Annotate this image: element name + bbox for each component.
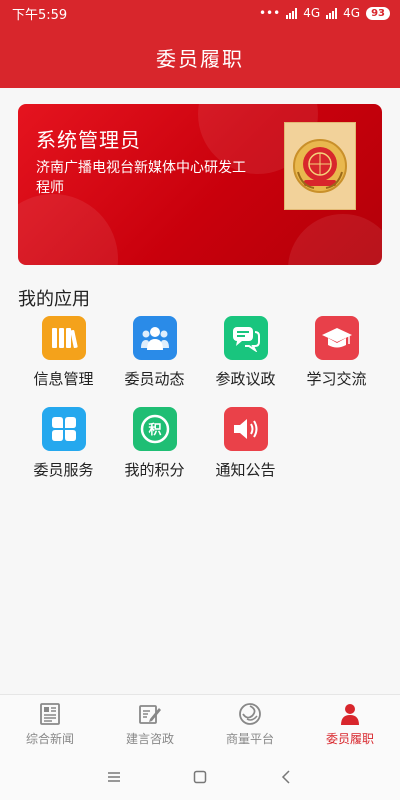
app-label: 参政议政 xyxy=(215,370,276,388)
app-my-points[interactable]: 积 我的积分 xyxy=(109,407,200,480)
app-label: 我的积分 xyxy=(124,461,185,479)
tab-label: 综合新闻 xyxy=(25,732,74,746)
people-icon xyxy=(132,316,177,360)
menu-icon[interactable] xyxy=(106,770,122,784)
user-name: 系统管理员 xyxy=(36,128,141,152)
app-label: 通知公告 xyxy=(215,461,276,479)
svg-text:积: 积 xyxy=(148,422,161,438)
person-icon xyxy=(341,704,359,725)
chat-icon xyxy=(223,316,268,360)
signal-icon-2 xyxy=(326,7,338,19)
dots-icon: ••• xyxy=(258,6,281,20)
swirl-icon xyxy=(239,703,261,725)
home-icon[interactable] xyxy=(192,769,208,785)
app-label: 委员服务 xyxy=(33,461,94,479)
status-indicators: ••• 4G 4G 93 xyxy=(259,6,390,20)
points-icon: 积 xyxy=(132,407,177,451)
app-learning-exchange[interactable]: 学习交流 xyxy=(291,316,382,389)
status-bar: 下午5:59 ••• 4G 4G 93 xyxy=(0,0,400,26)
app-grid: 信息管理 委员动态 参政议政 学习交流 委员服务 积 我的积分 通知公告 xyxy=(18,316,382,480)
section-title: 我的应用 xyxy=(18,289,90,310)
user-description: 济南广播电视台新媒体中心研发工程师 xyxy=(36,160,246,196)
app-label: 委员动态 xyxy=(124,370,185,388)
tab-news[interactable]: 综合新闻 xyxy=(0,695,100,754)
app-info-management[interactable]: 信息管理 xyxy=(18,316,109,389)
app-member-news[interactable]: 委员动态 xyxy=(109,316,200,389)
speaker-icon xyxy=(223,407,268,451)
tab-advice[interactable]: 建言咨政 xyxy=(100,695,200,754)
app-announcements[interactable]: 通知公告 xyxy=(200,407,291,480)
status-time: 下午5:59 xyxy=(12,7,68,23)
system-nav-bar xyxy=(0,754,400,800)
books-icon xyxy=(41,316,86,360)
tab-label: 委员履职 xyxy=(325,732,374,746)
app-member-service[interactable]: 委员服务 xyxy=(18,407,109,480)
graduation-cap-icon xyxy=(314,316,359,360)
clover-icon xyxy=(41,407,86,451)
profile-card[interactable]: 系统管理员 济南广播电视台新媒体中心研发工程师 xyxy=(18,104,382,265)
page-title: 委员履职 xyxy=(156,46,244,71)
cppcc-emblem-icon xyxy=(284,122,356,210)
signal-icon xyxy=(286,7,298,19)
battery-icon: 93 xyxy=(366,6,390,20)
app-political-participation[interactable]: 参政议政 xyxy=(200,316,291,389)
title-bar: 委员履职 xyxy=(0,26,400,88)
tab-label: 商量平台 xyxy=(225,732,274,746)
network-label-2: 4G xyxy=(343,6,361,20)
tab-member-duties[interactable]: 委员履职 xyxy=(300,695,400,754)
tab-consultation[interactable]: 商量平台 xyxy=(200,695,300,754)
app-label: 信息管理 xyxy=(33,370,94,388)
bottom-tab-bar: 综合新闻 建言咨政 商量平台 委员履职 xyxy=(0,694,400,754)
back-icon[interactable] xyxy=(278,769,294,785)
tab-label: 建言咨政 xyxy=(125,732,174,746)
app-label: 学习交流 xyxy=(306,370,367,388)
edit-icon xyxy=(139,705,161,724)
newspaper-icon xyxy=(40,703,60,725)
network-label-1: 4G xyxy=(303,6,321,20)
main-content: 系统管理员 济南广播电视台新媒体中心研发工程师 我的应用 信息管理 委员动态 参… xyxy=(0,88,400,694)
